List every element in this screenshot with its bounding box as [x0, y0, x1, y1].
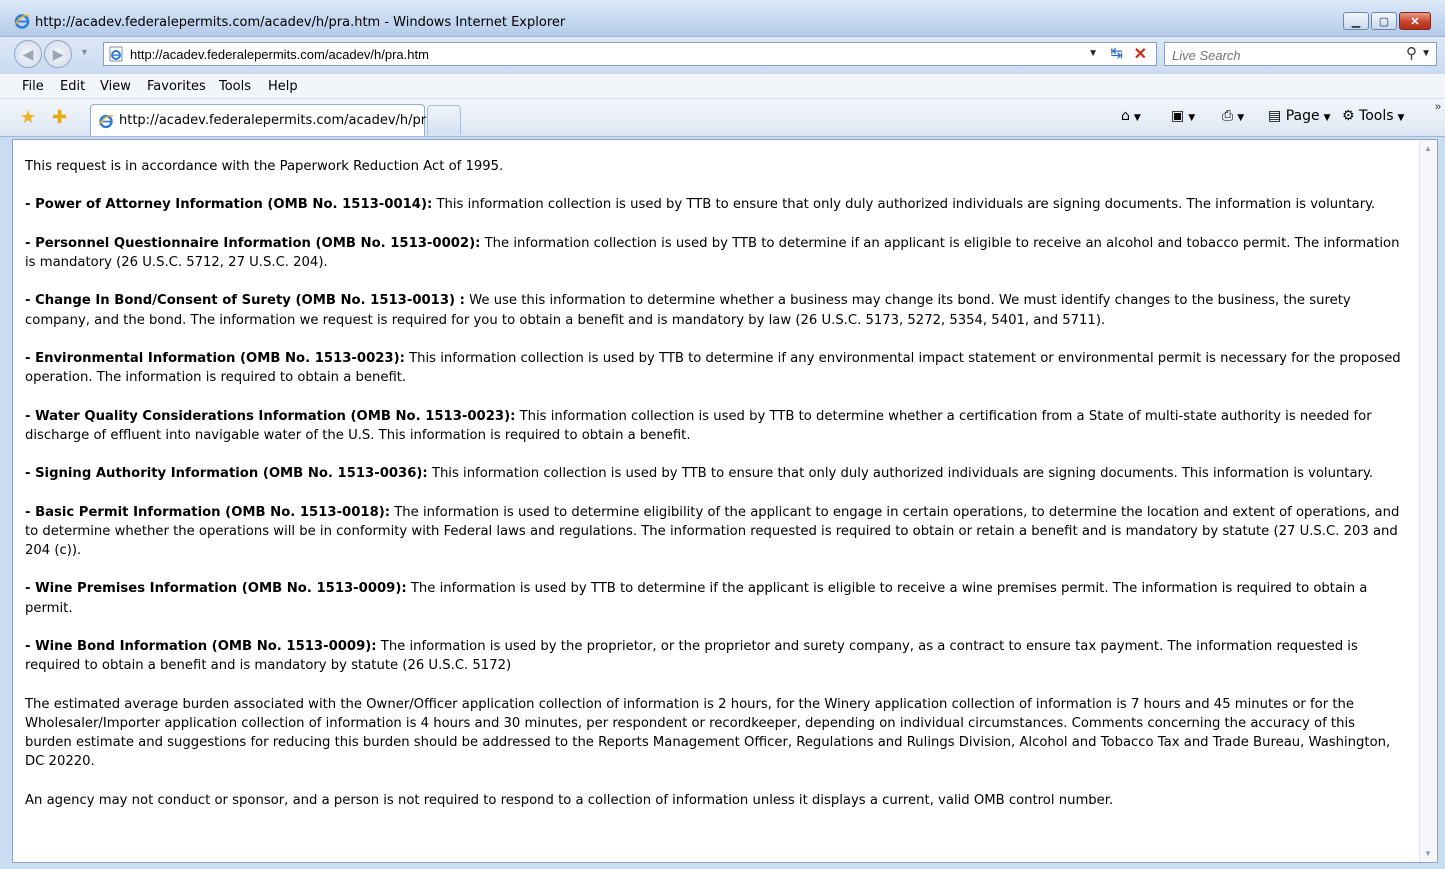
refresh-icon[interactable]: ↹	[1110, 44, 1123, 62]
tab-label: http://acadev.federalepermits.com/acadev…	[119, 113, 447, 128]
menu-view[interactable]: View	[100, 79, 131, 94]
list-item: - Basic Permit Information (OMB No. 1513…	[25, 503, 1405, 561]
chevron-down-icon: ▼	[1133, 113, 1141, 123]
feeds-button[interactable]: ▣ ▼	[1171, 108, 1195, 124]
close-button[interactable]: ✕	[1399, 12, 1431, 30]
url-text[interactable]: http://acadev.federalepermits.com/acadev…	[130, 47, 429, 62]
new-tab-button[interactable]	[427, 105, 461, 135]
item-text: This information collection is used by T…	[427, 466, 1374, 482]
rss-icon: ▣	[1171, 108, 1185, 124]
print-button[interactable]: ⎙ ▼	[1222, 108, 1244, 124]
list-item: - Environmental Information (OMB No. 151…	[25, 349, 1405, 387]
chevron-down-icon: ▼	[1237, 113, 1245, 123]
tools-menu-button[interactable]: ⚙ Tools ▼	[1342, 108, 1404, 124]
minimize-button[interactable]: ▁	[1343, 12, 1369, 30]
page-menu-label: Page	[1285, 108, 1320, 124]
menu-favorites[interactable]: Favorites	[147, 79, 206, 94]
page-icon	[108, 46, 124, 67]
item-heading: - Signing Authority Information (OMB No.…	[25, 466, 428, 482]
search-box[interactable]: ⚲ ▼	[1164, 42, 1437, 67]
item-heading: - Wine Bond Information (OMB No. 1513-00…	[25, 638, 377, 654]
item-text: This information collection is used by T…	[432, 197, 1376, 213]
document-body: This request is in accordance with the P…	[25, 157, 1405, 829]
chevron-down-icon: ▼	[1188, 113, 1196, 123]
printer-icon: ⎙	[1222, 108, 1234, 124]
menu-file[interactable]: File	[22, 79, 44, 94]
gear-icon: ⚙	[1342, 108, 1355, 124]
menu-edit[interactable]: Edit	[60, 79, 85, 94]
arrow-right-icon: ▶	[52, 45, 64, 62]
search-input[interactable]	[1165, 43, 1384, 67]
url-field[interactable]: http://acadev.federalepermits.com/acadev…	[103, 42, 1157, 66]
list-item: - Wine Premises Information (OMB No. 151…	[25, 579, 1405, 617]
recent-pages-dropdown[interactable]: ▼	[80, 47, 89, 57]
favorites-center-icon[interactable]: ★	[20, 107, 36, 128]
list-item: - Wine Bond Information (OMB No. 1513-00…	[25, 637, 1405, 675]
scroll-down-icon[interactable]: ▼	[1424, 849, 1432, 858]
item-heading: - Change In Bond/Consent of Surety (OMB …	[25, 293, 465, 309]
page-icon: ▤	[1268, 108, 1282, 124]
maximize-button[interactable]: ▢	[1371, 12, 1397, 30]
address-dropdown-icon[interactable]: ▼	[1088, 48, 1098, 59]
intro-paragraph: This request is in accordance with the P…	[25, 159, 504, 174]
page-icon	[98, 113, 114, 134]
item-heading: - Basic Permit Information (OMB No. 1513…	[25, 504, 391, 520]
forward-button[interactable]: ▶	[44, 40, 72, 68]
tab-bar: ★ ✚ http://acadev.federalepermits.com/ac…	[0, 99, 1445, 137]
add-favorites-icon[interactable]: ✚	[52, 107, 67, 128]
tab-active[interactable]: http://acadev.federalepermits.com/acadev…	[90, 104, 447, 136]
tools-menu-label: Tools	[1359, 108, 1394, 124]
more-commands-icon[interactable]: »	[1435, 101, 1441, 113]
home-button[interactable]: ⌂ ▼	[1121, 108, 1141, 124]
closing-paragraph: An agency may not conduct or sponsor, an…	[25, 792, 1114, 808]
item-heading: - Water Quality Considerations Informati…	[25, 408, 516, 424]
scroll-up-icon[interactable]: ▲	[1424, 144, 1432, 153]
list-item: - Change In Bond/Consent of Surety (OMB …	[25, 291, 1405, 329]
menu-tools[interactable]: Tools	[219, 79, 251, 94]
title-bar: http://acadev.federalepermits.com/acadev…	[0, 0, 1445, 37]
arrow-left-icon: ◀	[22, 45, 34, 62]
back-button[interactable]: ◀	[14, 40, 42, 68]
vertical-scrollbar[interactable]: ▲ ▼	[1419, 140, 1437, 862]
burden-paragraph: The estimated average burden associated …	[25, 696, 1391, 770]
list-item: - Personnel Questionnaire Information (O…	[25, 234, 1405, 272]
search-options-dropdown-icon[interactable]: ▼	[1421, 48, 1431, 59]
menu-help[interactable]: Help	[268, 79, 298, 94]
window-title: http://acadev.federalepermits.com/acadev…	[35, 15, 566, 30]
list-item: - Water Quality Considerations Informati…	[25, 407, 1405, 445]
page-viewport: This request is in accordance with the P…	[12, 139, 1438, 863]
window-controls: ▁ ▢ ✕	[1341, 12, 1431, 30]
page-menu-button[interactable]: ▤ Page ▼	[1268, 108, 1331, 124]
menu-bar: File Edit View Favorites Tools Help	[0, 73, 1445, 99]
ie-logo-icon	[14, 13, 30, 34]
stop-icon[interactable]: ✕	[1134, 44, 1147, 64]
address-bar: ◀ ▶ ▼ http://acadev.federalepermits.com/…	[0, 37, 1445, 73]
item-heading: - Power of Attorney Information (OMB No.…	[25, 197, 433, 213]
chevron-down-icon: ▼	[1323, 113, 1331, 123]
item-heading: - Personnel Questionnaire Information (O…	[25, 235, 481, 251]
item-heading: - Wine Premises Information (OMB No. 151…	[25, 581, 407, 597]
home-icon: ⌂	[1121, 108, 1130, 124]
search-icon[interactable]: ⚲	[1406, 44, 1417, 62]
list-item: - Signing Authority Information (OMB No.…	[25, 464, 1405, 483]
item-heading: - Environmental Information (OMB No. 151…	[25, 350, 405, 366]
list-item: - Power of Attorney Information (OMB No.…	[25, 195, 1405, 214]
chevron-down-icon: ▼	[1397, 113, 1405, 123]
